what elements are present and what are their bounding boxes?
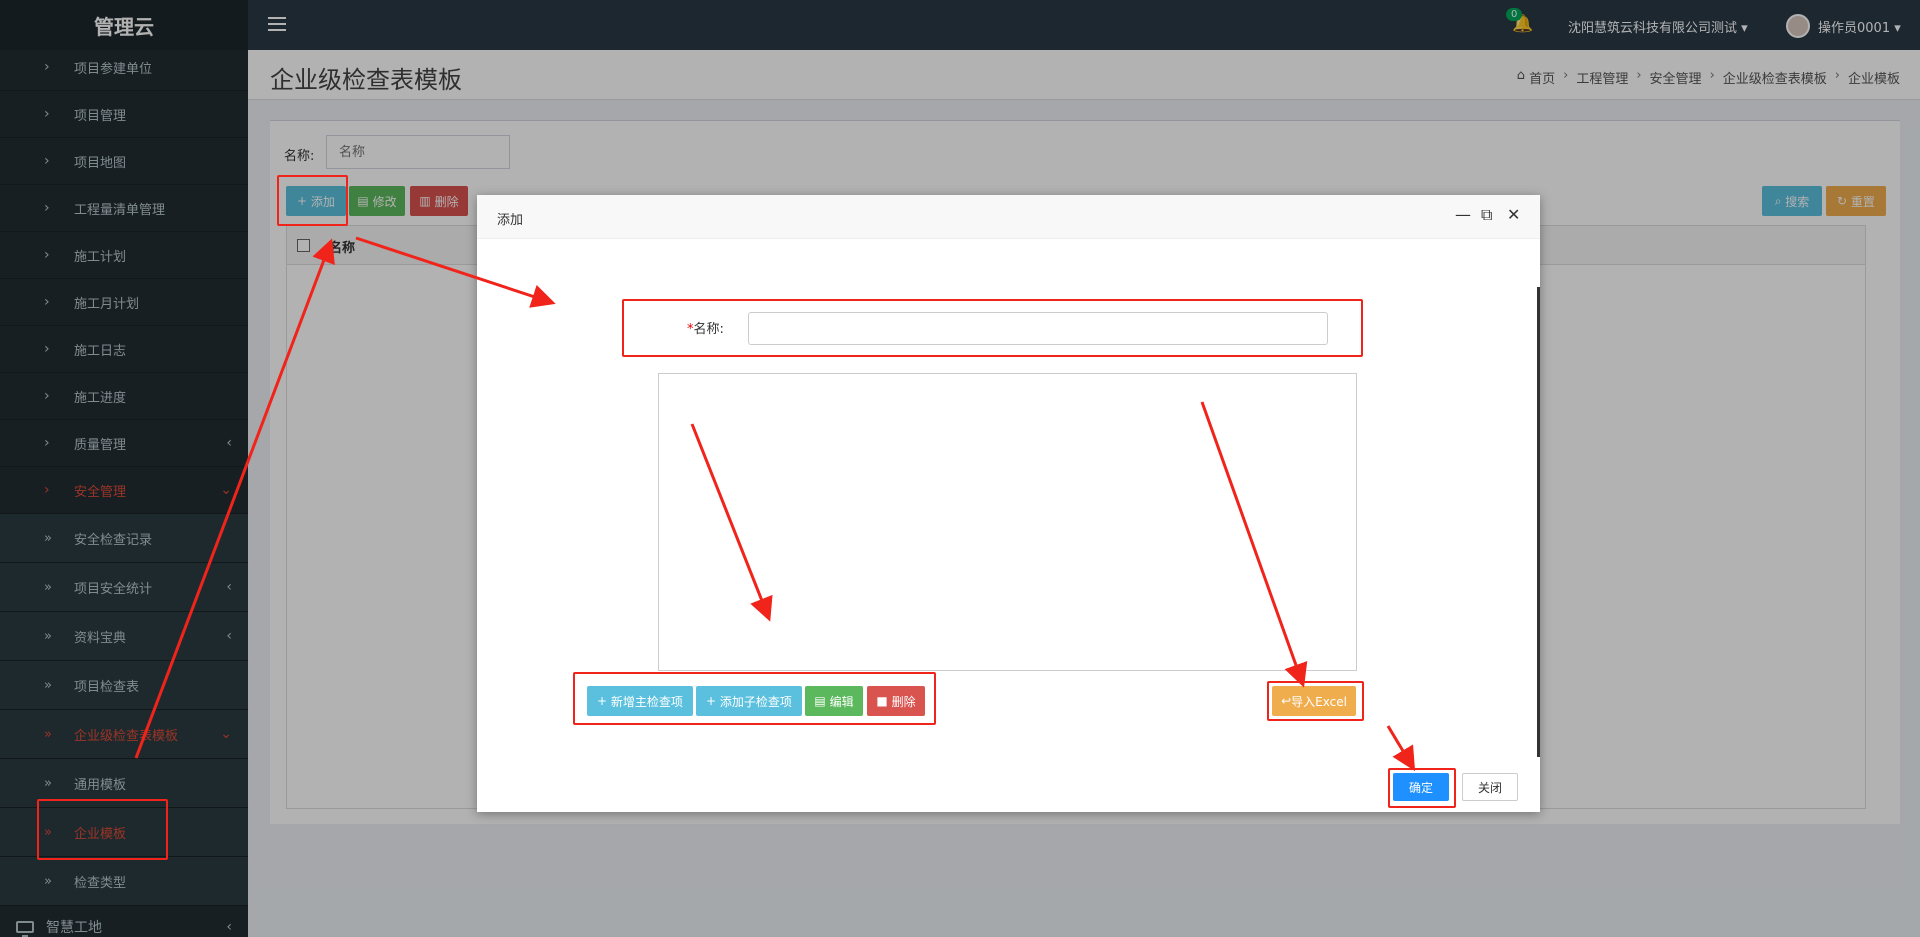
annotation-box-item-buttons — [573, 672, 936, 725]
checklist-tree[interactable] — [658, 373, 1357, 671]
dialog-header: 添加 — ⧉ ✕ — [477, 195, 1540, 239]
annotation-box-import — [1267, 681, 1364, 721]
maximize-icon[interactable]: ⧉ — [1481, 205, 1492, 225]
annotation-box-company-template — [37, 799, 168, 860]
annotation-box-confirm — [1388, 768, 1456, 808]
annotation-box-name — [622, 299, 1363, 357]
minimize-icon[interactable]: — — [1455, 205, 1471, 224]
dialog-scrollbar[interactable] — [1537, 287, 1540, 757]
annotation-box-add — [277, 175, 348, 226]
close-icon[interactable]: ✕ — [1507, 205, 1520, 224]
close-button[interactable]: 关闭 — [1462, 773, 1518, 801]
dialog-title: 添加 — [497, 213, 524, 228]
close-button-label: 关闭 — [1477, 780, 1502, 795]
